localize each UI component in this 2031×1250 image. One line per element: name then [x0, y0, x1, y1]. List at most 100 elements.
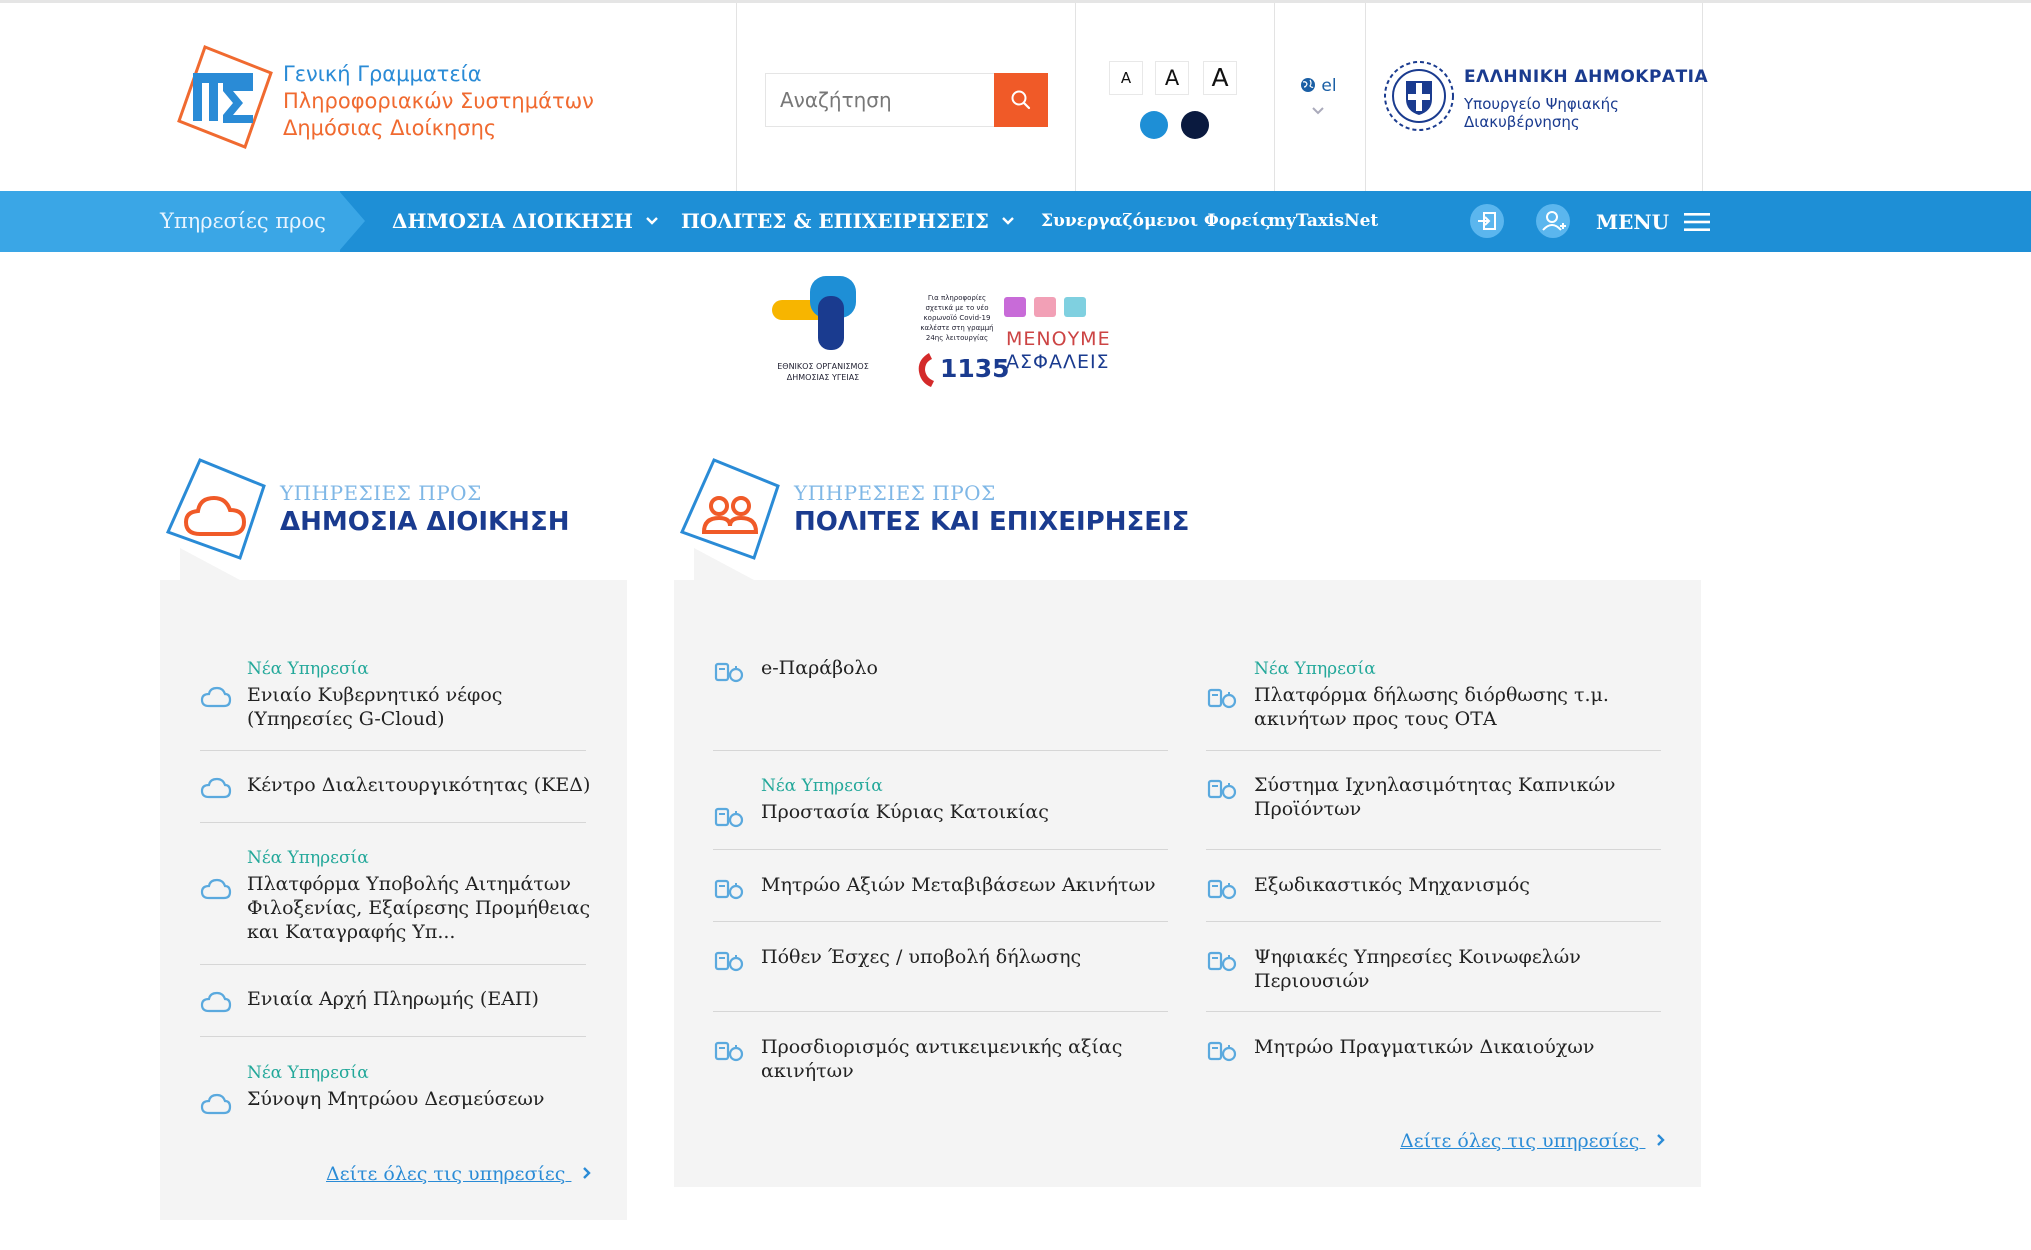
font-size-medium-button[interactable]: A — [1155, 61, 1189, 95]
service-divider — [713, 921, 1168, 922]
service-item[interactable]: Σύστημα Ιχνηλασιμότητας Καπνικών Προϊόντ… — [1207, 773, 1654, 821]
service-item[interactable]: Προσδιορισμός αντικειμενικής αξίας ακινή… — [714, 1035, 1161, 1083]
stay-safe-icons — [1004, 297, 1086, 317]
font-size-large-button[interactable]: A — [1203, 61, 1237, 95]
document-search-icon — [714, 949, 746, 977]
slogan-line-1: ΜΕΝΟΥΜΕ — [1006, 328, 1111, 350]
document-search-icon — [714, 805, 746, 833]
nav-item-mytaxisnet[interactable]: myTaxisNet — [1268, 211, 1378, 231]
gov-sub-line-1: Υπουργείο Ψηφιακής — [1464, 95, 1619, 113]
chevron-down-icon[interactable] — [1311, 106, 1325, 116]
service-item[interactable]: Μητρώο Αξιών Μεταβιβάσεων Ακινήτων — [714, 873, 1161, 900]
covid-info-text: Για πληροφορίες σχετικά με το νέο κορωνο… — [920, 294, 994, 342]
service-item[interactable]: Ενιαία Αρχή Πληρωμής (ΕΑΠ) — [200, 987, 592, 1013]
main-nav: Υπηρεσίες προς ΔΗΜΟΣΙΑ ΔΙΟΙΚΗΣΗ ΠΟΛΙΤΕΣ … — [0, 191, 2031, 252]
service-divider — [713, 1011, 1168, 1012]
user-add-icon — [1542, 211, 1566, 231]
search-icon — [1011, 90, 1031, 110]
service-item[interactable]: e-Παράβολο — [714, 656, 1161, 683]
nav-item-citizens-businesses[interactable]: ΠΟΛΙΤΕΣ & ΕΠΙΧΕΙΡΗΣΕΙΣ — [681, 209, 1015, 233]
chevron-right-icon — [583, 1167, 592, 1179]
see-all-public-admin-link[interactable]: Δείτε όλες τις υπηρεσίες — [326, 1163, 593, 1185]
service-item[interactable]: Πόθεν Έσχες / υποβολή δήλωσης — [714, 945, 1161, 972]
gsis-logo-icon[interactable] — [165, 43, 275, 151]
logo-line-1: Γενική Γραμματεία — [283, 62, 482, 86]
nav-item-public-administration[interactable]: ΔΗΜΟΣΙΑ ΔΙΟΙΚΗΣΗ — [392, 209, 659, 233]
section-small-title: ΥΠΗΡΕΣΙΕΣ ΠΡΟΣ — [794, 481, 996, 505]
service-item[interactable]: Νέα Υπηρεσία Ενιαίο Κυβερνητικό νέφος (Υπ… — [200, 659, 592, 731]
service-item[interactable]: Νέα Υπηρεσία Προστασία Κύριας Κατοικίας — [714, 776, 1161, 828]
language-selector[interactable]: el — [1300, 76, 1337, 96]
service-label: Κέντρο Διαλειτουργικότητας (ΚΕΔ) — [247, 774, 591, 796]
service-item[interactable]: Νέα Υπηρεσία Σύνοψη Μητρώου Δεσμεύσεων — [200, 1063, 592, 1115]
chevron-down-icon — [1002, 217, 1014, 225]
service-item[interactable]: Μητρώο Πραγματικών Δικαιούχων — [1207, 1035, 1654, 1062]
menu-button[interactable]: MENU — [1596, 210, 1711, 234]
header-divider — [1274, 3, 1275, 191]
hellenic-republic-emblem-icon[interactable] — [1382, 59, 1456, 133]
new-service-badge: Νέα Υπηρεσία — [761, 776, 883, 796]
see-all-label: Δείτε όλες τις υπηρεσίες — [326, 1163, 566, 1185]
section-title-public-admin: ΔΗΜΟΣΙΑ ΔΙΟΙΚΗΣΗ — [280, 507, 570, 537]
gov-title[interactable]: ΕΛΛΗΝΙΚΗ ΔΗΜΟΚΡΑΤΙΑ — [1464, 67, 1708, 87]
covid-hotline-number[interactable]: 1135 — [940, 354, 1010, 383]
service-item[interactable]: Νέα Υπηρεσία Πλατφόρμα Υποβολής Αιτημάτων… — [200, 848, 592, 944]
see-all-label: Δείτε όλες τις υπηρεσίες — [1400, 1130, 1640, 1152]
service-label: Μητρώο Αξιών Μεταβιβάσεων Ακινήτων — [761, 874, 1156, 896]
search-input[interactable]: Αναζήτηση — [765, 73, 995, 127]
search-button[interactable] — [994, 73, 1048, 127]
service-label: Εξωδικαστικός Μηχανισμός — [1254, 874, 1530, 896]
slogan-line-2: ΑΣΦΑΛΕΙΣ — [1006, 351, 1110, 373]
service-label: Πλατφόρμα Υποβολής Αιτημάτων Φιλοξενίας,… — [247, 873, 591, 943]
header-divider — [1075, 3, 1076, 191]
new-service-badge: Νέα Υπηρεσία — [247, 1063, 369, 1083]
nav-intro-label: Υπηρεσίες προς — [160, 209, 326, 233]
nav-item-label: ΔΗΜΟΣΙΑ ΔΙΟΙΚΗΣΗ — [392, 209, 633, 233]
service-divider — [200, 750, 586, 751]
gov-sub-line-2: Διακυβέρνησης — [1464, 113, 1580, 131]
header-divider — [1702, 3, 1703, 191]
service-divider — [200, 1036, 586, 1037]
service-divider — [713, 750, 1168, 751]
nav-item-partners[interactable]: Συνεργαζόμενοι Φορείς — [1041, 211, 1270, 231]
menu-label: MENU — [1596, 210, 1670, 234]
eody-logo-icon[interactable] — [770, 276, 870, 360]
service-divider — [200, 822, 586, 823]
chevron-right-icon — [1657, 1134, 1666, 1146]
cloud-icon — [200, 777, 232, 803]
login-button[interactable] — [1470, 204, 1504, 238]
service-item[interactable]: Κέντρο Διαλειτουργικότητας (ΚΕΔ) — [200, 773, 592, 799]
eody-label: ΕΘΝΙΚΟΣ ΟΡΓΑΝΙΣΜΟΣ ΔΗΜΟΣΙΑΣ ΥΓΕΙΑΣ — [777, 362, 869, 382]
panel-ear — [694, 548, 754, 580]
document-search-icon — [1207, 877, 1239, 905]
see-all-citizens-link[interactable]: Δείτε όλες τις υπηρεσίες — [1400, 1130, 1667, 1152]
chevron-down-icon — [646, 217, 658, 225]
document-search-icon — [714, 877, 746, 905]
language-label: el — [1321, 76, 1337, 96]
stay-safe-slogan[interactable]: ΜΕΝΟΥΜΕ ΑΣΦΑΛΕΙΣ — [1006, 328, 1111, 374]
contrast-blue-button[interactable] — [1140, 111, 1168, 139]
service-divider — [713, 849, 1168, 850]
cloud-icon — [200, 686, 232, 712]
service-item[interactable]: Νέα Υπηρεσία Πλατφόρμα δήλωσης διόρθωσης … — [1207, 659, 1654, 731]
login-icon — [1478, 212, 1496, 230]
gsis-logo-text[interactable]: Γενική Γραμματεία Πληροφοριακών Συστημάτ… — [283, 61, 594, 142]
cloud-icon — [200, 1093, 232, 1119]
document-search-icon — [1207, 777, 1239, 805]
register-button[interactable] — [1536, 204, 1570, 238]
nav-arrow — [339, 191, 365, 251]
contrast-dark-button[interactable] — [1181, 111, 1209, 139]
service-item[interactable]: Ψηφιακές Υπηρεσίες Κοινωφελών Περιουσιών — [1207, 945, 1654, 993]
service-label: Ψηφιακές Υπηρεσίες Κοινωφελών Περιουσιών — [1254, 946, 1581, 992]
service-item[interactable]: Εξωδικαστικός Μηχανισμός — [1207, 873, 1654, 900]
panel-ear — [180, 548, 240, 580]
font-size-small-button[interactable]: A — [1109, 61, 1143, 95]
phone-icon — [918, 353, 934, 387]
service-divider — [200, 964, 586, 965]
service-divider — [1206, 849, 1661, 850]
service-divider — [1206, 750, 1661, 751]
service-label: Σύστημα Ιχνηλασιμότητας Καπνικών Προϊόντ… — [1254, 774, 1616, 820]
document-search-icon — [1207, 1039, 1239, 1067]
site-header: Γενική Γραμματεία Πληροφοριακών Συστημάτ… — [0, 3, 2031, 191]
service-label: Πόθεν Έσχες / υποβολή δήλωσης — [761, 946, 1082, 968]
